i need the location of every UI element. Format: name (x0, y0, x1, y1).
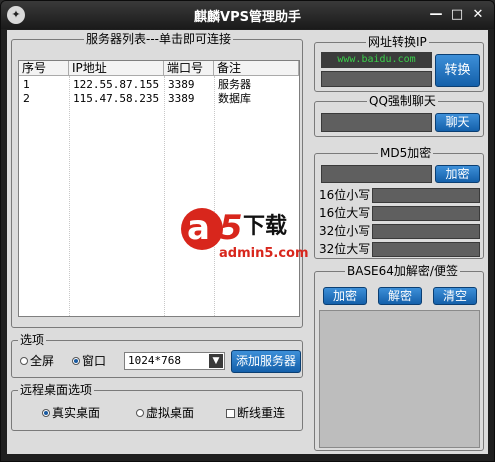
md5-group: MD5加密 加密 16位小写 16位大写 32位小写 32位大写 (314, 146, 484, 259)
url-value: www.baidu.com (337, 54, 416, 65)
grid-line (69, 76, 70, 316)
title-bar[interactable]: ✦ 麒麟VPS管理助手 — □ ✕ (1, 1, 494, 29)
url-to-ip-label: 网址转换IP (366, 35, 429, 49)
md5-input[interactable] (321, 165, 432, 183)
options-group: 选项 全屏 窗口 1024*768 ▼ 添加服务器 (11, 333, 303, 378)
chat-button[interactable]: 聊天 (435, 113, 480, 132)
server-list-label: 服务器列表---单击即可连接 (84, 32, 233, 46)
md5-16-lower-output[interactable] (372, 188, 480, 203)
watermark-logo: a 5 下载 admin5.com (181, 208, 321, 264)
qq-chat-group: QQ强制聊天 聊天 (314, 94, 484, 137)
row-port: 3389 (168, 92, 195, 105)
grid-line (214, 76, 215, 316)
qq-chat-label: QQ强制聊天 (367, 94, 438, 108)
reconnect-label[interactable]: 断线重连 (237, 406, 285, 420)
column-header-note[interactable]: 备注 (214, 61, 299, 76)
real-desktop-label[interactable]: 真实桌面 (52, 406, 100, 420)
url-to-ip-group: 网址转换IP www.baidu.com 转换 (314, 35, 484, 92)
md5-label: MD5加密 (378, 146, 434, 160)
virtual-desktop-label[interactable]: 虚拟桌面 (146, 406, 194, 420)
md5-32-lower-label: 32位小写 (319, 224, 371, 238)
row-port: 3389 (168, 78, 195, 91)
watermark-site: admin5.com (219, 246, 309, 261)
md5-16-lower-label: 16位小写 (319, 188, 371, 202)
server-table[interactable]: 序号 IP地址 端口号 备注 1 122.55.87.155 3389 服务器 … (18, 60, 300, 317)
window-label[interactable]: 窗口 (82, 354, 106, 368)
base64-clear-button[interactable]: 清空 (433, 287, 477, 305)
maximize-button[interactable]: □ (448, 6, 466, 24)
chevron-down-icon[interactable]: ▼ (209, 354, 223, 368)
resolution-value: 1024*768 (128, 354, 181, 367)
row-index: 2 (23, 92, 30, 105)
row-note: 数据库 (218, 92, 251, 105)
fullscreen-label[interactable]: 全屏 (30, 354, 54, 368)
qq-number-input[interactable] (321, 113, 432, 132)
reconnect-checkbox[interactable] (226, 409, 235, 418)
main-window: ✦ 麒麟VPS管理助手 — □ ✕ 服务器列表---单击即可连接 序号 IP地址… (0, 0, 495, 462)
close-button[interactable]: ✕ (469, 6, 487, 24)
row-ip: 122.55.87.155 (73, 78, 160, 91)
base64-group: BASE64加解密/便签 加密 解密 清空 (314, 264, 484, 451)
remote-desktop-group: 远程桌面选项 真实桌面 虚拟桌面 断线重连 (11, 383, 303, 431)
base64-encrypt-button[interactable]: 加密 (323, 287, 367, 305)
column-header-ip[interactable]: IP地址 (69, 61, 164, 76)
real-desktop-radio[interactable] (42, 409, 50, 417)
resolution-select[interactable]: 1024*768 ▼ (124, 352, 225, 370)
url-input[interactable]: www.baidu.com (321, 52, 432, 68)
md5-16-upper-output[interactable] (372, 206, 480, 221)
md5-32-upper-label: 32位大写 (319, 242, 371, 256)
base64-label: BASE64加解密/便签 (345, 264, 460, 278)
grid-line (164, 76, 165, 316)
window-radio[interactable] (72, 357, 80, 365)
column-header-index[interactable]: 序号 (19, 61, 69, 76)
ip-output[interactable] (321, 71, 432, 87)
column-header-port[interactable]: 端口号 (164, 61, 214, 76)
convert-button[interactable]: 转换 (435, 54, 480, 87)
virtual-desktop-radio[interactable] (136, 409, 144, 417)
options-label: 选项 (18, 333, 47, 347)
base64-textarea[interactable] (319, 310, 480, 448)
watermark-letter: a (187, 208, 210, 248)
minimize-button[interactable]: — (427, 6, 445, 24)
remote-desktop-label: 远程桌面选项 (18, 383, 95, 397)
row-note: 服务器 (218, 78, 251, 91)
server-list-group: 服务器列表---单击即可连接 序号 IP地址 端口号 备注 1 122.55.8… (11, 32, 303, 328)
md5-16-upper-label: 16位大写 (319, 206, 371, 220)
watermark-digit: 5 (219, 208, 243, 248)
fullscreen-radio[interactable] (20, 357, 28, 365)
window-title: 麒麟VPS管理助手 (194, 10, 301, 25)
md5-32-lower-output[interactable] (372, 224, 480, 239)
watermark-suffix: 下载 (243, 214, 288, 239)
row-ip: 115.47.58.235 (73, 92, 160, 105)
base64-decrypt-button[interactable]: 解密 (378, 287, 422, 305)
add-server-button[interactable]: 添加服务器 (231, 350, 301, 373)
row-index: 1 (23, 78, 30, 91)
md5-32-upper-output[interactable] (372, 242, 480, 257)
md5-encrypt-button[interactable]: 加密 (435, 165, 480, 183)
